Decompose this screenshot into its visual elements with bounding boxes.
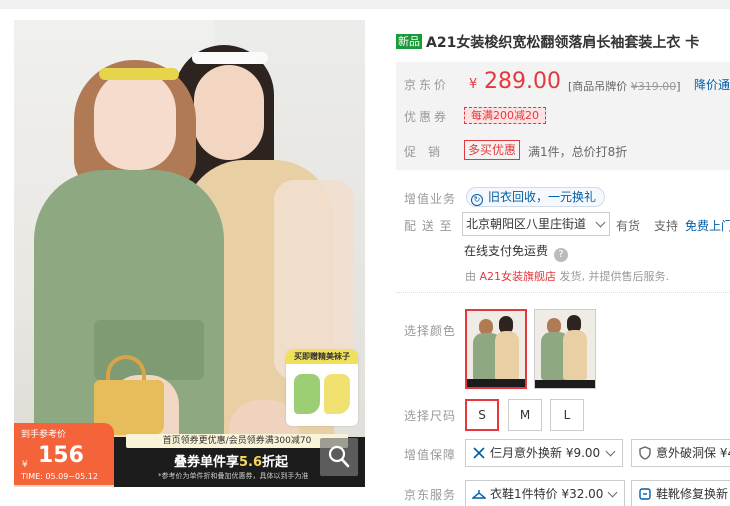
- swatch-strip: [467, 379, 525, 387]
- badge-currency: ¥: [22, 460, 28, 470]
- protection-option-hole[interactable]: 意外破洞保 ¥4: [631, 439, 730, 467]
- yellow-sock: [324, 374, 350, 414]
- promo-main-prefix: 叠券单件享: [174, 455, 240, 470]
- jd-service-label: 京东服务: [404, 488, 457, 502]
- promotion-tag[interactable]: 多买优惠: [464, 140, 521, 160]
- shield-icon: [639, 446, 651, 460]
- seller-suffix: 发货, 并提供售后服务.: [559, 270, 670, 283]
- list-price-close: ]: [676, 80, 681, 93]
- product-title-row: 新品 A21女装梭织宽松翻领落肩长袖套装上衣 卡: [396, 32, 699, 52]
- list-price-value: ¥319.00: [630, 80, 677, 93]
- promo-main-line: 叠券单件享5.6折起: [174, 451, 288, 470]
- hanger-icon: [471, 490, 487, 499]
- seller-prefix: 由: [465, 270, 476, 283]
- size-option-m[interactable]: M: [508, 399, 542, 431]
- promo-top-line: 首页领券更优惠/会员领券满300减70: [126, 434, 348, 448]
- seller-shop-link[interactable]: A21女装旗舰店: [480, 270, 557, 283]
- image-zoom-button[interactable]: [320, 438, 358, 476]
- badge-price: 156: [38, 443, 84, 468]
- seller-info: 由 A21女装旗舰店 发货, 并提供售后服务.: [465, 268, 669, 284]
- jd-service-option-clothing[interactable]: 衣鞋1件特价 ¥32.00: [465, 480, 625, 506]
- swatch-beige-outfit: [563, 330, 587, 380]
- price-panel: 京东价 ¥ 289.00 [商品吊牌价 ¥319.00] 降价通知 优惠券 每满…: [396, 62, 730, 170]
- address-text: 北京朝阳区八里庄街道: [466, 217, 587, 231]
- size-option-s[interactable]: S: [465, 399, 499, 431]
- section-divider: [396, 292, 730, 293]
- support-label: 支持: [654, 219, 679, 233]
- color-swatch-2[interactable]: [534, 309, 596, 389]
- size-option-l[interactable]: L: [550, 399, 584, 431]
- coupon-tag[interactable]: 每满200减20: [464, 107, 546, 124]
- green-sock: [294, 374, 320, 414]
- chevron-down-icon: [607, 487, 618, 498]
- help-icon[interactable]: ?: [553, 248, 568, 262]
- payment-info: 在线支付免运费 ?: [464, 242, 568, 262]
- swatch-beige-outfit: [495, 331, 519, 381]
- promo-sub-line: *参考价为单件折和叠加优惠券，具体以到手为准: [158, 472, 309, 480]
- reference-price-badge: 到手参考价 ¥ 156 TIME: 05.09~05.12: [14, 423, 114, 485]
- recycle-text: 旧衣回收，一元换礼: [488, 190, 597, 204]
- delivery-label: 配 送 至: [404, 219, 453, 233]
- protection-label: 增值保障: [404, 448, 457, 462]
- coupon-label: 优惠券: [404, 110, 450, 124]
- jd-service-option-shoes-text: 鞋靴修复换新: [656, 487, 729, 501]
- swatch-strip: [535, 380, 595, 388]
- jd-service-option-clothing-text: 衣鞋1件特价 ¥32.00: [490, 487, 604, 501]
- promotion-description: 满1件，总价打8折: [528, 145, 628, 159]
- chevron-down-icon: [605, 446, 616, 457]
- size-label: 选择尺码: [404, 409, 457, 423]
- repair-icon: [639, 488, 651, 500]
- promo-banner: 到手参考价 ¥ 156 TIME: 05.09~05.12 首页领券更优惠/会员…: [14, 420, 365, 487]
- color-swatch-1[interactable]: [465, 309, 527, 389]
- promotion-label: 促 销: [404, 145, 441, 159]
- protection-option-replace-text: 仨月意外换新 ¥9.00: [490, 446, 601, 460]
- gift-socks-card: 买即赠精美袜子: [286, 350, 358, 426]
- address-selector[interactable]: 北京朝阳区八里庄街道: [462, 212, 610, 236]
- model-right-face: [194, 65, 264, 160]
- price-currency: ¥: [469, 77, 478, 92]
- price-drop-notify-link[interactable]: 降价通知: [694, 76, 730, 93]
- jd-service-option-shoes[interactable]: 鞋靴修复换新: [631, 480, 730, 506]
- new-badge: 新品: [396, 34, 422, 49]
- list-price: [商品吊牌价 ¥319.00]: [568, 78, 681, 94]
- badge-time: TIME: 05.09~05.12: [21, 472, 98, 481]
- promo-main-highlight: 5.6: [239, 455, 263, 470]
- chevron-down-icon: [595, 217, 606, 228]
- payment-text: 在线支付免运费: [464, 244, 549, 258]
- protection-option-hole-text: 意外破洞保 ¥4: [656, 446, 730, 460]
- model-left-headband: [99, 68, 179, 80]
- support-info: 支持 免费上门: [654, 217, 730, 234]
- product-main-image: 买即赠精美袜子: [14, 20, 365, 487]
- recycle-service-button[interactable]: ↻ 旧衣回收，一元换礼: [466, 187, 606, 207]
- badge-label: 到手参考价: [21, 430, 67, 440]
- magnifier-icon: [328, 445, 350, 468]
- value-added-label: 增值业务: [404, 192, 457, 206]
- promo-main-suffix: 折起: [262, 455, 289, 470]
- model-left-face: [94, 70, 176, 170]
- gift-label: 买即赠精美袜子: [286, 350, 358, 364]
- recycle-icon: ↻: [471, 194, 483, 206]
- top-strip: [0, 0, 730, 9]
- tools-icon: [473, 447, 485, 459]
- model-right-headband: [192, 52, 268, 64]
- price-label: 京东价: [404, 78, 450, 92]
- list-price-label: [商品吊牌价: [568, 80, 628, 93]
- product-title: A21女装梭织宽松翻领落肩长袖套装上衣 卡: [426, 35, 700, 51]
- color-label: 选择颜色: [404, 324, 457, 338]
- price-value: 289.00: [484, 69, 561, 94]
- free-pickup-link[interactable]: 免费上门: [685, 219, 730, 233]
- protection-option-replace[interactable]: 仨月意外换新 ¥9.00: [465, 439, 623, 467]
- stock-status: 有货: [616, 219, 641, 233]
